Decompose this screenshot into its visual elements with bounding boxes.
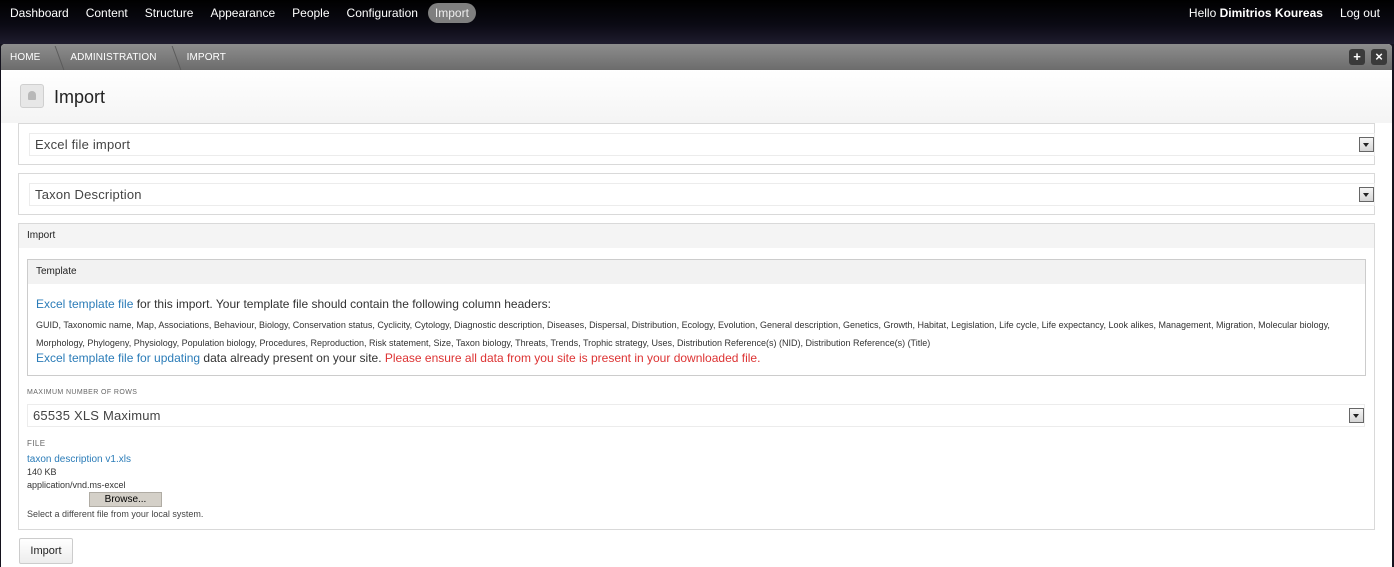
import-submit-button[interactable]: Import: [19, 538, 73, 564]
template-update-text: data already present on your site.: [200, 351, 385, 365]
page-header: Import: [1, 70, 1392, 123]
file-mime: application/vnd.ms-excel: [27, 480, 126, 490]
template-intro-text: for this import. Your template file shou…: [133, 297, 551, 311]
max-rows-select[interactable]: 65535 XLS Maximum: [27, 404, 1365, 427]
template-legend: Template: [28, 260, 1365, 284]
breadcrumb: HOME ADMINISTRATION IMPORT: [1, 44, 1392, 70]
page-title: Import: [54, 87, 106, 107]
template-intro: Excel template file for this import. You…: [36, 297, 551, 311]
file-size: 140 KB: [27, 467, 57, 477]
chevron-down-icon[interactable]: [1359, 137, 1374, 152]
file-label: FILE: [27, 439, 46, 448]
file-help-text: Select a different file from your local …: [27, 509, 204, 519]
menu-item-dashboard[interactable]: Dashboard: [3, 3, 76, 23]
close-icon: ×: [1375, 49, 1383, 64]
user-menu: Hello Dimitrios Koureas Log out: [1189, 6, 1380, 20]
template-fieldset: Template Excel template file for this im…: [27, 259, 1366, 376]
user-greeting: Hello Dimitrios Koureas: [1189, 6, 1323, 20]
menu-item-configuration[interactable]: Configuration: [340, 3, 425, 23]
admin-menu: Dashboard Content Structure Appearance P…: [3, 3, 479, 23]
admin-toolbar: Dashboard Content Structure Appearance P…: [0, 0, 1394, 44]
file-name-link[interactable]: taxon description v1.xls: [27, 454, 131, 465]
user-name[interactable]: Dimitrios Koureas: [1220, 6, 1323, 20]
type-fieldset: Taxon Description: [18, 173, 1375, 215]
import-fieldset: Import Template Excel template file for …: [18, 223, 1375, 530]
importer-select-value: Excel file import: [35, 137, 131, 152]
breadcrumb-bar: HOME ADMINISTRATION IMPORT + ×: [1, 44, 1392, 70]
menu-item-appearance[interactable]: Appearance: [203, 3, 282, 23]
type-select[interactable]: Taxon Description: [29, 183, 1375, 206]
max-rows-label: MAXIMUM NUMBER OF ROWS: [27, 389, 138, 396]
menu-item-people[interactable]: People: [285, 3, 336, 23]
max-rows-value: 65535 XLS Maximum: [33, 408, 161, 423]
chevron-down-icon[interactable]: [1359, 187, 1374, 202]
breadcrumb-import[interactable]: IMPORT: [179, 52, 234, 63]
page-icon: [20, 84, 44, 108]
template-warning: Please ensure all data from you site is …: [384, 351, 761, 365]
breadcrumb-home[interactable]: HOME: [1, 52, 62, 63]
add-shortcut-button[interactable]: +: [1349, 49, 1365, 65]
menu-item-structure[interactable]: Structure: [138, 3, 201, 23]
chevron-down-icon[interactable]: [1349, 408, 1364, 423]
importer-fieldset: Excel file import: [18, 123, 1375, 165]
plus-icon: +: [1353, 49, 1361, 64]
greeting-prefix: Hello: [1188, 6, 1220, 20]
menu-item-content[interactable]: Content: [79, 3, 135, 23]
template-update-line: Excel template file for updating data al…: [36, 351, 760, 365]
overlay-dialog: HOME ADMINISTRATION IMPORT + × Import Ex…: [1, 44, 1392, 567]
logout-link[interactable]: Log out: [1340, 6, 1380, 20]
browse-button[interactable]: Browse...: [89, 492, 162, 507]
import-fieldset-legend: Import: [19, 224, 1374, 248]
column-headers-list: GUID, Taxonomic name, Map, Associations,…: [36, 320, 1330, 348]
menu-item-import[interactable]: Import: [427, 3, 476, 23]
close-overlay-button[interactable]: ×: [1371, 49, 1387, 65]
breadcrumb-administration[interactable]: ADMINISTRATION: [62, 52, 178, 63]
excel-update-template-link[interactable]: Excel template file for updating: [36, 351, 200, 365]
excel-template-link[interactable]: Excel template file: [36, 297, 133, 311]
type-select-value: Taxon Description: [35, 187, 142, 202]
importer-select[interactable]: Excel file import: [29, 133, 1375, 156]
